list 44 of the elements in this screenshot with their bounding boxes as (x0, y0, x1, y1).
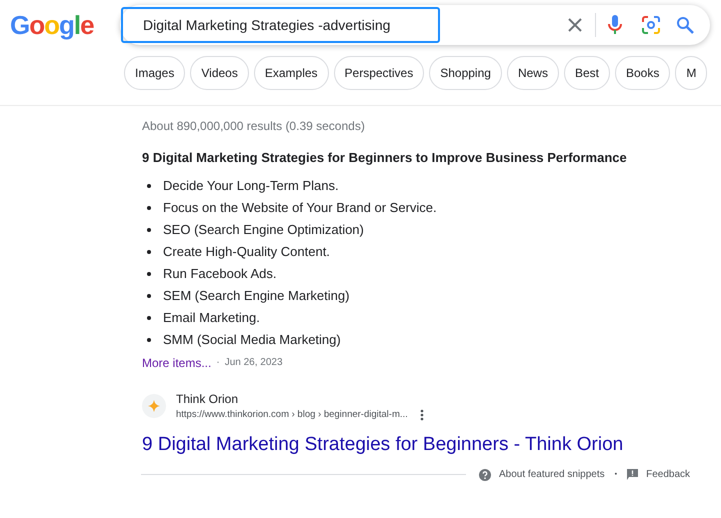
list-item: Run Facebook Ads. (163, 264, 276, 283)
microphone-icon[interactable] (608, 15, 622, 35)
bullet-icon (147, 228, 151, 232)
filter-chip[interactable]: Perspectives (334, 56, 424, 90)
site-url: https://www.thinkorion.com › blog › beginner-digital-m... (176, 408, 408, 422)
filter-chip[interactable]: Videos (190, 56, 249, 90)
list-item: Focus on the Website of Your Brand or Service. (163, 198, 437, 217)
feedback-link[interactable]: Feedback (646, 467, 690, 482)
separator: · (216, 356, 220, 370)
list-item: SEM (Search Engine Marketing) (163, 286, 350, 305)
filter-chip[interactable]: News (506, 56, 559, 90)
filter-chip[interactable]: M (675, 56, 708, 90)
camera-icon[interactable] (642, 16, 660, 34)
filter-chip[interactable]: Images (124, 56, 186, 90)
bullet-icon (147, 272, 151, 276)
bullet-icon (147, 250, 151, 254)
help-icon (479, 468, 491, 481)
list-item: Decide Your Long-Term Plans. (163, 176, 339, 195)
filter-chip[interactable]: Shopping (429, 56, 502, 90)
more-items-link[interactable]: More items... (142, 354, 212, 372)
clear-icon[interactable] (568, 18, 582, 32)
result-title-link[interactable]: 9 Digital Marketing Strategies for Beginners - Think Orion (142, 430, 702, 460)
list-item: SEO (Search Engine Optimization) (163, 220, 364, 239)
search-icon[interactable] (676, 16, 694, 34)
filter-chip[interactable]: Books (614, 56, 670, 90)
snippet-date: Jun 26, 2023 (224, 356, 283, 370)
bullet-icon (147, 184, 151, 188)
search-field[interactable]: Digital Marketing Strategies -advertising (121, 7, 440, 43)
bullet-icon (147, 338, 151, 342)
sparkle-icon (148, 400, 160, 412)
feedback-icon (627, 469, 638, 480)
bullet-icon (147, 316, 151, 320)
about-snippets-link[interactable]: About featured snippets (499, 467, 605, 482)
filter-chip[interactable]: Examples (254, 56, 329, 90)
list-item: Email Marketing. (163, 308, 260, 327)
bullet-icon (147, 206, 151, 210)
site-name: Think Orion (176, 390, 240, 408)
list-item: SMM (Social Media Marketing) (163, 330, 341, 349)
bullet-icon (147, 294, 151, 298)
snippet-heading: 9 Digital Marketing Strategies for Beginners to Improve Business Performance (142, 149, 628, 167)
list-item: Create High-Quality Content. (163, 242, 330, 261)
result-stats: About 890,000,000 results (0.39 seconds) (142, 118, 366, 135)
more-options-icon[interactable] (420, 408, 424, 421)
filter-chip[interactable]: Best (564, 56, 610, 90)
